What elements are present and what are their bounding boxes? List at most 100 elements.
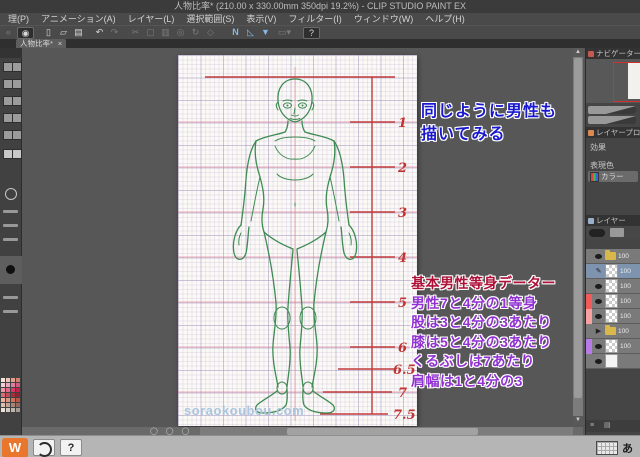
paste-icon[interactable]: ▥ xyxy=(159,27,172,38)
zoom-icon[interactable]: ◎ xyxy=(174,27,187,38)
color-swatch[interactable] xyxy=(16,408,20,412)
color-swatch[interactable] xyxy=(11,398,15,402)
color-swatch[interactable] xyxy=(6,408,10,412)
layer-visible-icon[interactable] xyxy=(595,253,602,259)
zoom-slider[interactable] xyxy=(588,106,636,114)
help-icon[interactable]: ? xyxy=(303,26,321,39)
layer-option-button[interactable] xyxy=(610,228,624,237)
vertical-scrollbar[interactable]: ▲ ▼ xyxy=(573,48,583,425)
menu-view[interactable]: 表示(V) xyxy=(240,13,282,25)
layer-thumbnail[interactable] xyxy=(605,264,618,278)
color-swatch[interactable] xyxy=(6,398,10,402)
help-taskbar-icon[interactable]: ? xyxy=(60,439,82,456)
scroll-down-icon[interactable]: ▼ xyxy=(573,416,583,425)
view-control-icons[interactable]: ◯ ◯ ◯ xyxy=(150,428,192,435)
menu-selection[interactable]: 選択範囲(S) xyxy=(180,13,240,25)
snap-special-ruler-icon[interactable]: ◺ xyxy=(244,27,257,38)
layer-thumbnail[interactable] xyxy=(605,339,618,353)
menu-page[interactable]: 理(P) xyxy=(2,13,35,25)
color-swatch[interactable] xyxy=(1,408,5,412)
layer-visible-icon[interactable] xyxy=(595,313,602,319)
navigator-tab[interactable]: ナビゲーター xyxy=(586,48,640,59)
tool-property-slider[interactable] xyxy=(3,210,18,213)
color-swatch[interactable] xyxy=(6,388,10,392)
color-swatch[interactable] xyxy=(16,388,20,392)
tool-property-slider[interactable] xyxy=(3,224,18,227)
clip-studio-logo-icon[interactable]: ◉ xyxy=(17,26,34,39)
scroll-up-icon[interactable]: ▲ xyxy=(573,48,583,57)
color-swatch[interactable] xyxy=(11,388,15,392)
touch-keyboard-icon[interactable] xyxy=(596,441,618,455)
rotate-slider[interactable] xyxy=(588,116,636,124)
snap-ruler-icon[interactable]: N xyxy=(229,27,242,38)
layer-property-tab[interactable]: レイヤープロパティ xyxy=(586,127,640,138)
layer-row[interactable]: 100 xyxy=(586,308,640,324)
color-swatch[interactable] xyxy=(16,398,20,402)
color-swatch[interactable] xyxy=(11,383,15,387)
snap-grid-icon[interactable]: ▼ xyxy=(259,27,272,38)
color-swatch[interactable] xyxy=(16,403,20,407)
layer-row[interactable]: 100 xyxy=(586,338,640,354)
subtool-thumb[interactable] xyxy=(12,113,22,123)
layer-panel-tab[interactable]: レイヤー xyxy=(586,215,640,226)
open-file-icon[interactable]: ▱ xyxy=(57,27,70,38)
ime-mode-indicator[interactable]: あ xyxy=(622,440,633,456)
rotate-icon[interactable]: ↻ xyxy=(189,27,202,38)
color-swatch[interactable] xyxy=(16,383,20,387)
layer-thumbnail[interactable] xyxy=(605,294,618,308)
subtool-thumb[interactable] xyxy=(12,79,22,89)
tool-property-slider[interactable] xyxy=(3,296,18,299)
color-swatch[interactable] xyxy=(1,378,5,382)
document-tab[interactable]: 人物比率* × xyxy=(16,39,67,48)
new-file-icon[interactable]: ▯ xyxy=(42,27,55,38)
layer-visible-icon[interactable] xyxy=(595,358,602,364)
expand-icon[interactable]: ▶ xyxy=(592,327,605,335)
color-swatch[interactable] xyxy=(11,408,15,412)
vertical-scroll-thumb[interactable] xyxy=(574,58,582,398)
subtool-thumb[interactable] xyxy=(12,62,22,72)
color-swatch[interactable] xyxy=(1,398,5,402)
panel-collapse-icon[interactable]: « xyxy=(2,27,15,38)
ruler-menu-icon[interactable]: ▭▾ xyxy=(278,27,291,38)
menu-help[interactable]: ヘルプ(H) xyxy=(419,13,471,25)
color-swatch[interactable] xyxy=(11,403,15,407)
color-swatch[interactable] xyxy=(1,393,5,397)
layer-row[interactable]: 100 xyxy=(586,279,640,294)
color-swatch[interactable] xyxy=(6,403,10,407)
paper-thumbnail[interactable] xyxy=(605,354,618,368)
color-swatch[interactable] xyxy=(11,378,15,382)
undo-icon[interactable]: ↶ xyxy=(93,27,106,38)
color-swatch[interactable] xyxy=(1,388,5,392)
menu-animation[interactable]: アニメーション(A) xyxy=(35,13,122,25)
tool-property-slider[interactable] xyxy=(3,238,18,241)
color-swatch[interactable] xyxy=(6,393,10,397)
color-swatch[interactable] xyxy=(1,403,5,407)
tool-property-slider[interactable] xyxy=(3,310,18,313)
horizontal-scrollbar[interactable] xyxy=(200,427,573,435)
save-icon[interactable]: ▤ xyxy=(72,27,85,38)
layer-visible-icon[interactable] xyxy=(595,298,602,304)
navigator-preview[interactable] xyxy=(586,59,640,103)
copy-icon[interactable]: ▢ xyxy=(144,27,157,38)
taskbar-w-app-icon[interactable]: W xyxy=(2,438,28,457)
palette-dock-icons[interactable]: ≡ ▤ xyxy=(586,420,640,432)
layer-thumbnail[interactable] xyxy=(605,309,618,323)
layer-row-selected[interactable]: ✎ 100 xyxy=(586,264,640,279)
layer-visible-icon[interactable] xyxy=(595,343,602,349)
blend-mode-icon[interactable] xyxy=(589,229,605,237)
tab-close-icon[interactable]: × xyxy=(58,39,62,48)
subtool-thumb[interactable] xyxy=(12,130,22,140)
menu-window[interactable]: ウィンドウ(W) xyxy=(348,13,420,25)
menu-filter[interactable]: フィルター(I) xyxy=(282,13,347,25)
canvas-page[interactable]: 1 2 3 4 5 6 6.5 7 7.5 soraokoubou.com xyxy=(178,55,417,426)
redo-icon[interactable]: ↷ xyxy=(108,27,121,38)
trash-icon[interactable] xyxy=(12,149,22,159)
layer-row[interactable]: 100 xyxy=(586,249,640,264)
clip-studio-taskbar-icon[interactable] xyxy=(33,439,55,457)
subtool-thumb[interactable] xyxy=(12,96,22,106)
color-swatch[interactable] xyxy=(16,378,20,382)
color-swatch[interactable] xyxy=(6,383,10,387)
color-swatch[interactable] xyxy=(16,393,20,397)
color-swatch[interactable] xyxy=(11,393,15,397)
layer-visible-icon[interactable] xyxy=(595,283,602,289)
